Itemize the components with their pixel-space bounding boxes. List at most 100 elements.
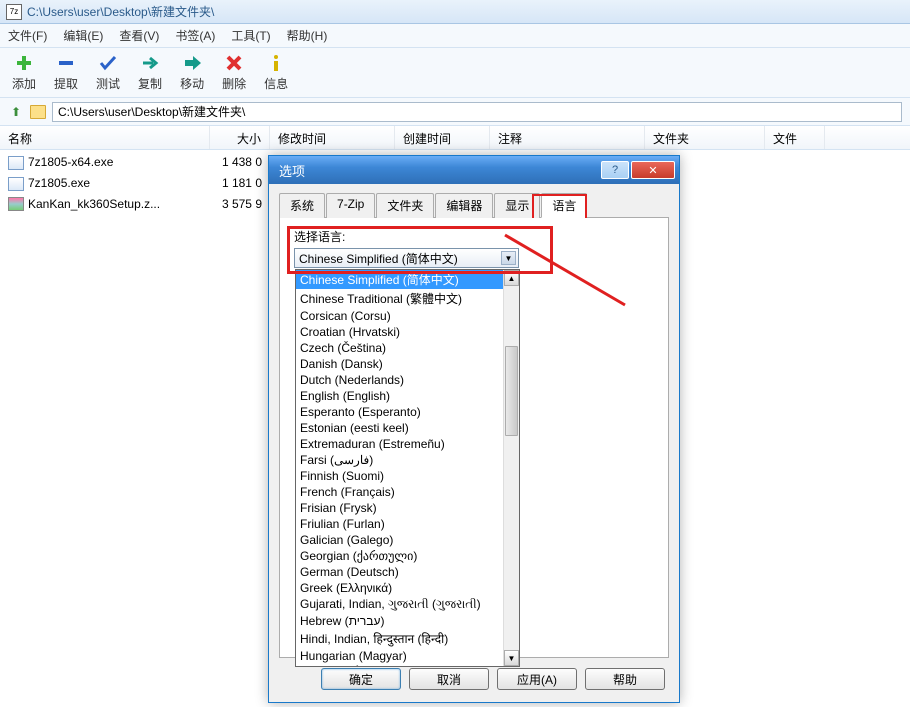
language-selected-value: Chinese Simplified (简体中文) — [299, 250, 458, 267]
col-name[interactable]: 名称 — [0, 126, 210, 149]
menu-item-0[interactable]: 文件(F) — [0, 24, 55, 47]
language-option[interactable]: Chinese Simplified (简体中文) — [296, 270, 503, 289]
toolbar-extract-button[interactable]: 提取 — [50, 51, 82, 94]
language-option[interactable]: Hebrew (עברית) — [296, 613, 503, 629]
file-name: KanKan_kk360Setup.z... — [28, 197, 160, 211]
language-option[interactable]: Extremaduran (Estremeñu) — [296, 436, 503, 452]
scroll-down-icon[interactable]: ▼ — [504, 650, 519, 666]
language-option[interactable]: Georgian (ქართული) — [296, 548, 503, 564]
select-language-label: 选择语言: — [294, 228, 654, 245]
toolbar-move-button[interactable]: 移动 — [176, 51, 208, 94]
dialog-title: 选项 — [279, 161, 305, 180]
menu-item-4[interactable]: 工具(T) — [223, 24, 278, 47]
title-bar: 7z C:\Users\user\Desktop\新建文件夹\ — [0, 0, 910, 24]
language-option[interactable]: Gujarati, Indian, ગુજરાતી (ગુજરાતી) — [296, 596, 503, 613]
language-option[interactable]: Danish (Dansk) — [296, 356, 503, 372]
col-modified[interactable]: 修改时间 — [270, 126, 395, 149]
file-name: 7z1805.exe — [28, 176, 90, 190]
language-dropdown-list: Chinese Simplified (简体中文)Chinese Traditi… — [296, 270, 503, 666]
address-input[interactable]: C:\Users\user\Desktop\新建文件夹\ — [52, 102, 902, 122]
language-option[interactable]: Estonian (eesti keel) — [296, 420, 503, 436]
language-option[interactable]: Hungarian (Magyar) — [296, 648, 503, 664]
toolbar-add-button[interactable]: 添加 — [8, 51, 40, 94]
language-option[interactable]: Dutch (Nederlands) — [296, 372, 503, 388]
language-option[interactable]: Galician (Galego) — [296, 532, 503, 548]
tab-panel-language: 选择语言: Chinese Simplified (简体中文) ▼ Chines… — [279, 218, 669, 658]
setup-icon — [8, 197, 24, 211]
extract-icon — [56, 53, 76, 73]
toolbar-label: 提取 — [54, 75, 78, 92]
folder-icon — [30, 105, 46, 119]
language-option[interactable]: Farsi (فارسی) — [296, 452, 503, 468]
address-bar: ⬆ C:\Users\user\Desktop\新建文件夹\ — [0, 98, 910, 126]
address-text: C:\Users\user\Desktop\新建文件夹\ — [58, 103, 245, 120]
tab-5[interactable]: 语言 — [541, 193, 587, 218]
dropdown-scrollbar[interactable]: ▲ ▼ — [503, 270, 519, 666]
tab-4[interactable]: 显示 — [494, 193, 540, 218]
file-size: 1 181 0 — [210, 175, 270, 192]
language-option[interactable]: Greek (Ελληνικά) — [296, 580, 503, 596]
tab-1[interactable]: 7-Zip — [326, 193, 375, 218]
menu-bar: 文件(F)编辑(E)查看(V)书签(A)工具(T)帮助(H) — [0, 24, 910, 48]
language-option[interactable]: Czech (Čeština) — [296, 340, 503, 356]
toolbar-test-button[interactable]: 测试 — [92, 51, 124, 94]
close-icon[interactable]: ✕ — [631, 161, 675, 179]
col-created[interactable]: 创建时间 — [395, 126, 490, 149]
col-comment[interactable]: 注释 — [490, 126, 645, 149]
move-icon — [182, 53, 202, 73]
tab-0[interactable]: 系统 — [279, 193, 325, 218]
language-option[interactable]: French (Français) — [296, 484, 503, 500]
toolbar-delete-button[interactable]: 删除 — [218, 51, 250, 94]
file-name: 7z1805-x64.exe — [28, 155, 113, 169]
scroll-thumb[interactable] — [505, 346, 518, 436]
col-folder[interactable]: 文件夹 — [645, 126, 765, 149]
language-option[interactable]: Croatian (Hrvatski) — [296, 324, 503, 340]
file-list-header: 名称 大小 修改时间 创建时间 注释 文件夹 文件 — [0, 126, 910, 150]
menu-item-5[interactable]: 帮助(H) — [279, 24, 336, 47]
ok-button[interactable]: 确定 — [321, 668, 401, 690]
chevron-down-icon[interactable]: ▼ — [501, 251, 516, 265]
scroll-up-icon[interactable]: ▲ — [504, 270, 519, 286]
col-file[interactable]: 文件 — [765, 126, 825, 149]
add-icon — [14, 53, 34, 73]
language-option[interactable]: Corsican (Corsu) — [296, 308, 503, 324]
language-option[interactable]: Icelandic (Íslenska) — [296, 664, 503, 666]
language-combo-wrap: Chinese Simplified (简体中文) ▼ Chinese Simp… — [294, 248, 654, 268]
language-option[interactable]: German (Deutsch) — [296, 564, 503, 580]
toolbar-label: 测试 — [96, 75, 120, 92]
tab-2[interactable]: 文件夹 — [376, 193, 434, 218]
language-option[interactable]: Chinese Traditional (繁體中文) — [296, 289, 503, 308]
language-option[interactable]: Esperanto (Esperanto) — [296, 404, 503, 420]
toolbar-copy-button[interactable]: 复制 — [134, 51, 166, 94]
toolbar-label: 删除 — [222, 75, 246, 92]
options-dialog: 选项 ? ✕ 系统7-Zip文件夹编辑器显示语言 选择语言: Chinese S… — [268, 155, 680, 703]
up-icon[interactable]: ⬆ — [8, 104, 24, 120]
col-size[interactable]: 大小 — [210, 126, 270, 149]
apply-button[interactable]: 应用(A) — [497, 668, 577, 690]
help-button[interactable]: ? — [601, 161, 629, 179]
toolbar-label: 信息 — [264, 75, 288, 92]
toolbar: 添加提取 测试复制移动 删除 信息 — [0, 48, 910, 98]
tab-3[interactable]: 编辑器 — [435, 193, 493, 218]
menu-item-3[interactable]: 书签(A) — [167, 24, 223, 47]
language-option[interactable]: English (English) — [296, 388, 503, 404]
language-option[interactable]: Friulian (Furlan) — [296, 516, 503, 532]
dialog-title-bar[interactable]: 选项 ? ✕ — [269, 156, 679, 184]
test-icon — [98, 53, 118, 73]
language-option[interactable]: Hindi, Indian, हिन्दुस्तान (हिन्दी) — [296, 629, 503, 648]
help-button[interactable]: 帮助 — [585, 668, 665, 690]
menu-item-1[interactable]: 编辑(E) — [55, 24, 111, 47]
file-size: 1 438 0 — [210, 154, 270, 171]
language-combobox[interactable]: Chinese Simplified (简体中文) ▼ Chinese Simp… — [294, 248, 519, 268]
menu-item-2[interactable]: 查看(V) — [111, 24, 167, 47]
toolbar-info-button[interactable]: 信息 — [260, 51, 292, 94]
tabs-wrap: 系统7-Zip文件夹编辑器显示语言 — [279, 192, 669, 218]
delete-icon — [224, 53, 244, 73]
app-icon: 7z — [6, 4, 22, 20]
language-option[interactable]: Frisian (Frysk) — [296, 500, 503, 516]
cancel-button[interactable]: 取消 — [409, 668, 489, 690]
language-option[interactable]: Finnish (Suomi) — [296, 468, 503, 484]
toolbar-label: 移动 — [180, 75, 204, 92]
dialog-body: 系统7-Zip文件夹编辑器显示语言 选择语言: Chinese Simplifi… — [269, 184, 679, 702]
window-title: C:\Users\user\Desktop\新建文件夹\ — [27, 3, 214, 20]
